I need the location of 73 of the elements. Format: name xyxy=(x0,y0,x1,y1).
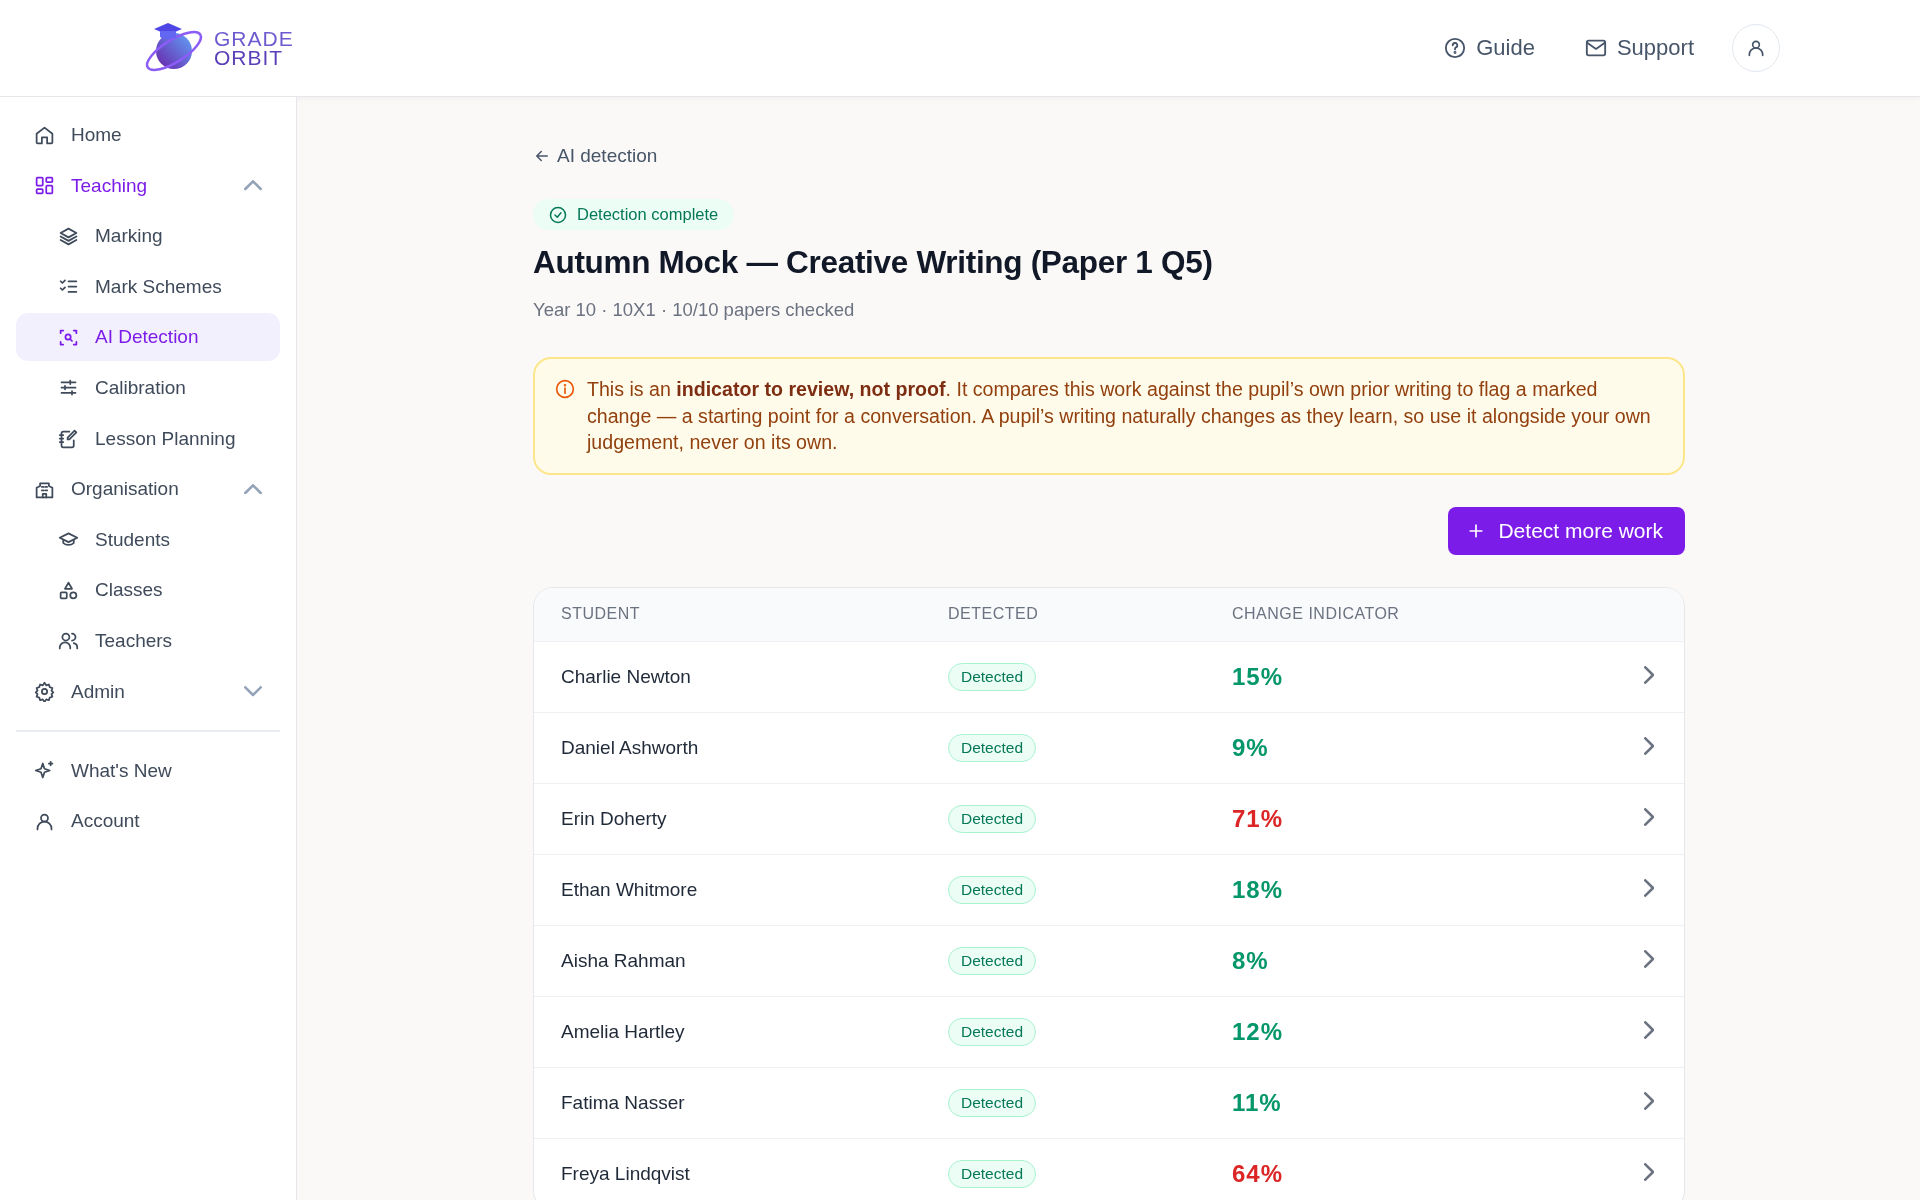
change-percentage: 71% xyxy=(1232,804,1285,833)
detected-tag: Detected xyxy=(948,662,1037,691)
detected-tag: Detected xyxy=(948,1017,1037,1046)
detected-tag: Detected xyxy=(948,946,1037,975)
chevron-right-icon xyxy=(1644,878,1655,897)
student-name: Daniel Ashworth xyxy=(561,736,700,759)
detect-more-button[interactable]: Detect more work xyxy=(1448,506,1685,555)
sidebar-item[interactable]: AI Detection xyxy=(16,313,280,362)
page-title: Autumn Mock — Creative Writing (Paper 1 Q5) xyxy=(533,244,1213,281)
home-icon xyxy=(34,124,55,146)
header-link[interactable]: Support xyxy=(1584,35,1694,61)
chevron-right-icon xyxy=(1644,665,1655,684)
chevron-right-icon xyxy=(1644,1162,1655,1181)
sidebar-item[interactable]: Teaching xyxy=(16,161,280,210)
detected-tag: Detected xyxy=(948,804,1037,833)
user-icon xyxy=(1746,38,1766,58)
detected-tag: Detected xyxy=(948,733,1037,762)
chevron-right-icon xyxy=(1644,1091,1655,1110)
detected-tag: Detected xyxy=(948,1088,1037,1117)
sidebar-item[interactable]: Account xyxy=(16,797,280,846)
student-name: Fatima Nasser xyxy=(561,1091,686,1114)
info-icon xyxy=(555,379,575,399)
sidebar-item[interactable]: Admin xyxy=(16,667,280,716)
student-name: Aisha Rahman xyxy=(561,949,687,972)
sidebar-item[interactable]: Students xyxy=(16,515,280,564)
sidebar-item[interactable]: Organisation xyxy=(16,465,280,514)
column-header: CHANGE INDICATOR xyxy=(1232,605,1401,623)
student-name: Ethan Whitmore xyxy=(561,878,699,901)
header-link[interactable]: Guide xyxy=(1444,35,1535,61)
chevron-right-icon xyxy=(1644,736,1655,755)
change-percentage: 9% xyxy=(1232,733,1270,762)
change-percentage: 15% xyxy=(1232,662,1285,691)
chevron-right-icon xyxy=(1644,949,1655,968)
change-percentage: 8% xyxy=(1232,946,1270,975)
chevron-up-icon xyxy=(244,180,262,191)
detected-tag: Detected xyxy=(948,875,1037,904)
detected-tag: Detected xyxy=(948,1159,1037,1188)
sidebar-item[interactable]: Marking xyxy=(16,212,280,261)
back-link[interactable]: AI detection xyxy=(533,145,658,167)
status-badge: Detection complete xyxy=(533,199,735,230)
change-percentage: 12% xyxy=(1232,1017,1285,1046)
column-header: STUDENT xyxy=(561,605,642,623)
sidebar-item[interactable]: Lesson Planning xyxy=(16,414,280,463)
chevron-right-icon xyxy=(1644,1020,1655,1039)
settings-icon xyxy=(34,681,55,703)
shapes-icon xyxy=(58,579,79,601)
student-name: Amelia Hartley xyxy=(561,1020,686,1043)
change-percentage: 11% xyxy=(1232,1088,1283,1117)
layers-icon xyxy=(58,225,79,247)
users-icon xyxy=(58,630,79,652)
logo-text: GRADE ORBIT xyxy=(214,29,294,67)
chevron-down-icon xyxy=(244,686,262,697)
page-subtitle: Year 10 · 10X1 · 10/10 papers checked xyxy=(533,299,855,321)
chevron-up-icon xyxy=(244,484,262,495)
sidebar-item[interactable]: Home xyxy=(16,111,280,159)
change-percentage: 64% xyxy=(1232,1159,1285,1188)
change-percentage: 18% xyxy=(1232,875,1285,904)
student-name: Charlie Newton xyxy=(561,665,692,688)
chevron-right-icon xyxy=(1644,807,1655,826)
column-header: DETECTED xyxy=(948,605,1040,623)
sidebar-item[interactable]: What's New xyxy=(16,746,280,795)
student-name: Freya Lindqvist xyxy=(561,1162,691,1185)
sidebar-item[interactable]: Mark Schemes xyxy=(16,262,280,311)
help-icon xyxy=(1444,37,1467,59)
notebook-icon xyxy=(58,428,79,450)
sidebar-item[interactable]: Classes xyxy=(16,566,280,615)
notice-text: This is an indicator to review, not proof. It compares this work against the pupil’s own prior writing to flag a marked change — a starting point for a conversation. A pupil’s writing naturally changes as they learn, so use it alongside your own judgement, never on its own. xyxy=(587,377,1652,455)
mail-icon xyxy=(1584,37,1607,59)
sidebar-item[interactable]: Calibration xyxy=(16,363,280,412)
grid-icon xyxy=(34,175,55,197)
check-circle-icon xyxy=(549,205,567,224)
sidebar-item[interactable]: Teachers xyxy=(16,616,280,665)
student-name: Erin Doherty xyxy=(561,807,668,830)
